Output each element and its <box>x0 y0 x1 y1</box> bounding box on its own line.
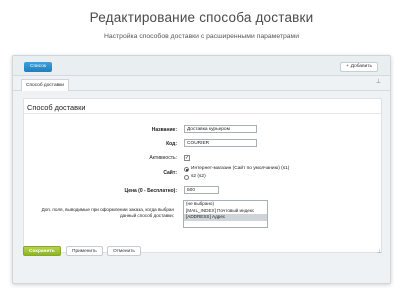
site-radio-s1[interactable] <box>184 167 189 172</box>
list-button[interactable]: Список <box>24 62 52 72</box>
code-input[interactable] <box>184 139 257 147</box>
pin-icon[interactable]: ⊥ <box>376 78 381 85</box>
price-input[interactable] <box>184 186 219 194</box>
admin-window: Список + Добавить Способ доставки ⊥ Спосо… <box>12 55 391 284</box>
page-subtitle: Настройка способов доставки с расширенны… <box>103 33 300 40</box>
name-input[interactable] <box>184 125 257 133</box>
extra-field-option[interactable]: (не выбрано) <box>184 201 267 208</box>
add-button-label: Добавить <box>350 64 372 69</box>
page-title: Редактирование способа доставки <box>89 10 314 25</box>
top-toolbar: Список + Добавить <box>13 56 390 76</box>
section-title: Способ доставки <box>27 103 86 112</box>
active-checkbox[interactable]: ✓ <box>184 155 190 161</box>
form-panel: Способ доставки Название: Код: Активност… <box>23 98 382 253</box>
code-label: Код: <box>166 141 177 147</box>
add-button[interactable]: + Добавить <box>339 62 378 72</box>
extra-fields-select[interactable]: (не выбрано) [MAIL_INDEX] Почтовый индек… <box>183 200 268 228</box>
name-label: Название: <box>151 127 177 133</box>
site-radio-s2[interactable] <box>184 175 189 180</box>
tab-bar: Способ доставки ⊥ <box>13 76 390 91</box>
extra-field-option-selected[interactable]: [ADDRESS] Адрес <box>184 214 267 221</box>
form-footer: Сохранить Применить Отменить ⊥ <box>13 241 390 261</box>
active-label: Активность: <box>149 155 177 161</box>
site-option-s1-label: Интернет-магазин (Сайт по умолчанию) (s1… <box>191 166 290 171</box>
section-divider <box>24 113 381 114</box>
pin-icon[interactable]: ⊥ <box>377 248 382 255</box>
plus-icon: + <box>345 64 349 69</box>
extra-field-option[interactable]: [MAIL_INDEX] Почтовый индекс <box>184 208 267 215</box>
site-option-s2-label: s2 (s2) <box>191 174 206 179</box>
price-label: Цена (0 - Бесплатно): <box>124 188 178 194</box>
site-label: Сайт: <box>163 170 177 176</box>
cancel-button[interactable]: Отменить <box>107 246 141 256</box>
apply-button[interactable]: Применить <box>66 246 103 256</box>
save-button[interactable]: Сохранить <box>23 246 61 256</box>
extra-fields-label: Доп. поля, выводимые при оформлении зака… <box>41 207 174 218</box>
tab-delivery-method[interactable]: Способ доставки <box>21 79 69 91</box>
